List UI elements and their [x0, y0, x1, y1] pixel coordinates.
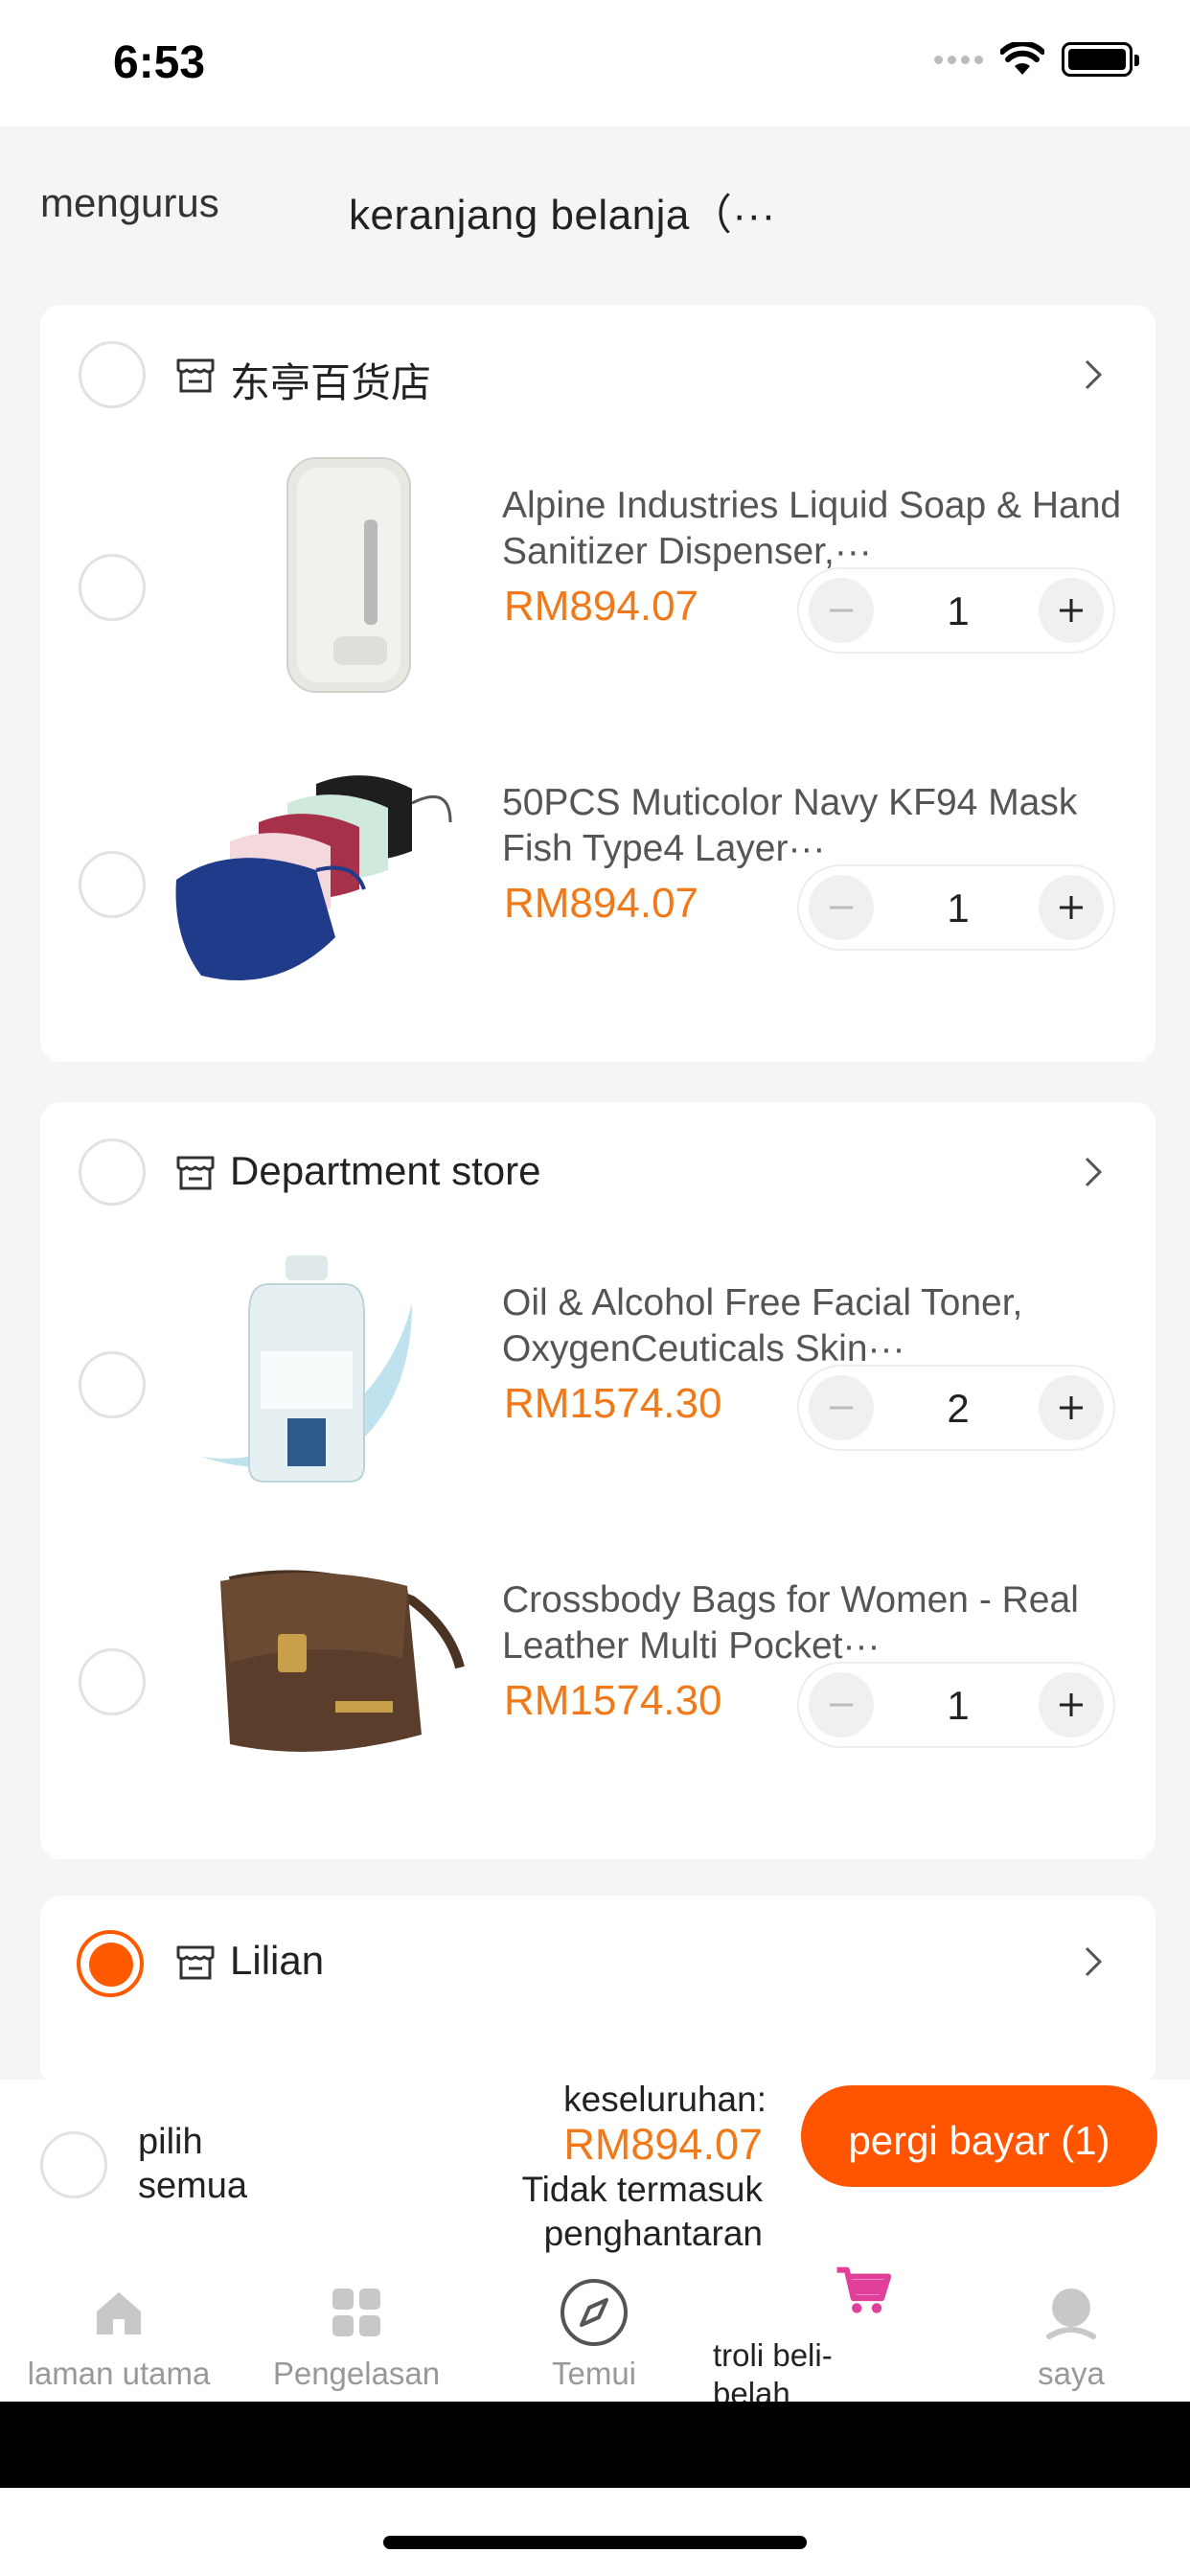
- product-image-toner-bottle[interactable]: [172, 1246, 469, 1514]
- quantity-stepper: 1: [797, 567, 1115, 654]
- product-price: RM894.07: [504, 583, 699, 630]
- tab-label: troli beli-belah: [713, 2337, 833, 2402]
- decrease-quantity-button[interactable]: [809, 578, 874, 643]
- status-icons: [934, 42, 1139, 77]
- minus-icon: [830, 1703, 853, 1707]
- item-select-radio[interactable]: [79, 851, 146, 918]
- home-indicator-strip: [0, 2488, 1190, 2576]
- store-name: Lilian: [230, 1938, 325, 1983]
- decrease-quantity-button[interactable]: [809, 1672, 874, 1737]
- store-header[interactable]: Department store: [40, 1102, 1156, 1244]
- total-value: RM894.07: [563, 2120, 763, 2169]
- increase-quantity-button[interactable]: [1039, 1672, 1104, 1737]
- compass-icon: [561, 2279, 628, 2346]
- product-image-face-masks[interactable]: [172, 746, 469, 1014]
- nav-header: mengurus keranjang belanja（···: [0, 126, 1190, 280]
- plus-icon: [1060, 1396, 1083, 1419]
- tab-categories[interactable]: Pengelasan: [238, 2258, 475, 2402]
- minus-icon: [830, 609, 853, 612]
- product-price: RM1574.30: [504, 1677, 722, 1724]
- product-price: RM1574.30: [504, 1380, 722, 1427]
- product-title[interactable]: Alpine Industries Liquid Soap & Hand San…: [502, 483, 1134, 575]
- cart-item: 50PCS Muticolor Navy KF94 Mask Fish Type…: [40, 746, 1156, 1014]
- store-card: Department store Oil & Alcohol Free Faci…: [40, 1102, 1156, 1859]
- quantity-stepper: 1: [797, 1662, 1115, 1748]
- store-select-radio[interactable]: [79, 1138, 146, 1206]
- store-icon: [176, 1945, 215, 1980]
- store-header[interactable]: Lilian: [40, 1896, 1156, 2037]
- quantity-value[interactable]: 2: [920, 1386, 996, 1432]
- grid-icon: [332, 2288, 380, 2336]
- store-icon: [176, 1156, 215, 1190]
- home-icon: [97, 2292, 141, 2334]
- cart-item: Alpine Industries Liquid Soap & Hand San…: [40, 448, 1156, 717]
- minus-icon: [830, 1406, 853, 1410]
- tab-profile[interactable]: saya: [952, 2258, 1190, 2402]
- store-icon: [176, 358, 215, 393]
- increase-quantity-button[interactable]: [1039, 875, 1104, 940]
- checkout-bar: pilih semua keseluruhan: RM894.07 Tidak …: [0, 2080, 1190, 2258]
- cart-item: Crossbody Bags for Women - Real Leather …: [40, 1543, 1156, 1811]
- cart-icon: [836, 2266, 892, 2313]
- product-image-leather-bag[interactable]: [172, 1543, 469, 1811]
- battery-icon: [1062, 42, 1139, 77]
- tab-label: laman utama: [27, 2356, 211, 2391]
- tab-discover[interactable]: Temui: [475, 2258, 713, 2402]
- quantity-value[interactable]: 1: [920, 886, 996, 932]
- product-title[interactable]: 50PCS Muticolor Navy KF94 Mask Fish Type…: [502, 780, 1134, 872]
- tab-label: saya: [1038, 2356, 1105, 2391]
- shipping-note: Tidak termasuk penghantaran: [521, 2170, 763, 2253]
- store-name: 东亭百货店: [230, 360, 432, 405]
- quantity-value[interactable]: 1: [920, 588, 996, 634]
- store-select-radio[interactable]: [79, 341, 146, 408]
- quantity-value[interactable]: 1: [920, 1683, 996, 1729]
- total-label: keseluruhan:: [563, 2080, 767, 2119]
- checkout-button[interactable]: pergi bayar (1): [801, 2085, 1157, 2187]
- cart-item: Oil & Alcohol Free Facial Toner, OxygenC…: [40, 1246, 1156, 1514]
- wifi-icon: [1000, 42, 1044, 75]
- signal-icon: [934, 55, 983, 64]
- manage-button[interactable]: mengurus: [40, 180, 219, 226]
- profile-icon: [1046, 2288, 1096, 2339]
- plus-icon: [1060, 599, 1083, 622]
- decrease-quantity-button[interactable]: [809, 1375, 874, 1440]
- plus-icon: [1060, 1693, 1083, 1716]
- home-indicator[interactable]: [383, 2536, 807, 2549]
- store-select-radio-checked[interactable]: [77, 1930, 144, 1997]
- item-select-radio[interactable]: [79, 1351, 146, 1418]
- item-select-radio[interactable]: [79, 554, 146, 621]
- store-header[interactable]: 东亭百货店: [40, 305, 1156, 447]
- decrease-quantity-button[interactable]: [809, 875, 874, 940]
- chevron-right-icon[interactable]: [1077, 1156, 1110, 1188]
- store-name: Department store: [230, 1148, 541, 1193]
- status-bar: 6:53: [0, 0, 1190, 126]
- store-card: 东亭百货店 Alpine Industries Liquid Soap & Ha…: [40, 305, 1156, 1062]
- store-card: Lilian: [40, 1896, 1156, 2087]
- home-indicator-area: [0, 2402, 1190, 2576]
- tab-label: Temui: [551, 2356, 637, 2391]
- product-title[interactable]: Crossbody Bags for Women - Real Leather …: [502, 1577, 1134, 1669]
- tab-cart[interactable]: troli beli-belah: [713, 2258, 950, 2402]
- chevron-right-icon[interactable]: [1077, 1945, 1110, 1978]
- increase-quantity-button[interactable]: [1039, 578, 1104, 643]
- page-title: keranjang belanja（···: [349, 192, 776, 239]
- tab-home[interactable]: laman utama: [0, 2258, 238, 2402]
- tab-bar: laman utama Pengelasan Temui troli beli-…: [0, 2258, 1190, 2402]
- product-price: RM894.07: [504, 880, 699, 927]
- plus-icon: [1060, 896, 1083, 919]
- quantity-stepper: 2: [797, 1365, 1115, 1451]
- chevron-right-icon[interactable]: [1077, 358, 1110, 391]
- tab-label: Pengelasan: [272, 2356, 441, 2391]
- minus-icon: [830, 906, 853, 909]
- increase-quantity-button[interactable]: [1039, 1375, 1104, 1440]
- product-image-soap-dispenser[interactable]: [172, 448, 469, 717]
- select-all-label[interactable]: pilih semua: [138, 2120, 301, 2208]
- quantity-stepper: 1: [797, 864, 1115, 951]
- select-all-radio[interactable]: [40, 2131, 107, 2198]
- status-time: 6:53: [113, 37, 206, 88]
- item-select-radio[interactable]: [79, 1648, 146, 1715]
- product-title[interactable]: Oil & Alcohol Free Facial Toner, OxygenC…: [502, 1280, 1134, 1372]
